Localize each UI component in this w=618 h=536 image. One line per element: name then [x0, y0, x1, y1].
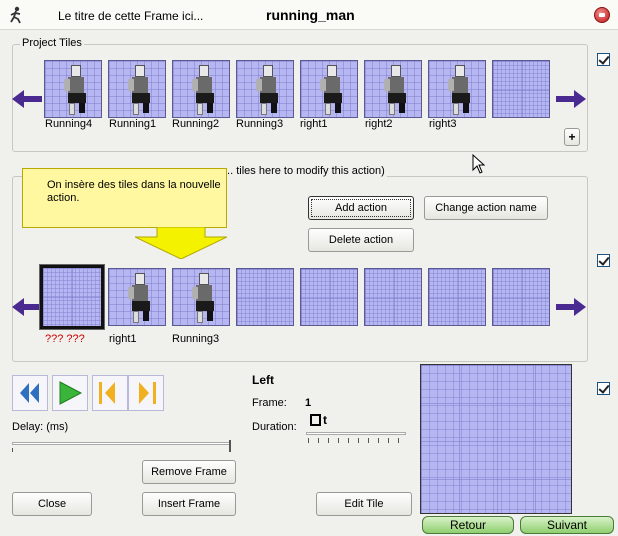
action-frame-selected[interactable] [39, 264, 105, 330]
project-tile-right1[interactable] [300, 60, 358, 118]
duration-label: Duration: [252, 421, 297, 433]
frame-label: Running3 [172, 333, 220, 345]
action-frame-empty[interactable] [236, 268, 294, 326]
frame-label-text: Frame: [252, 397, 287, 409]
tile-label: Running2 [172, 118, 220, 130]
back-button[interactable]: Retour [422, 516, 514, 534]
duration-box[interactable] [310, 414, 321, 426]
window-caption: Le titre de cette Frame ici... [58, 9, 204, 23]
add-action-button[interactable]: Add action [308, 196, 414, 220]
duration-slider[interactable] [306, 432, 406, 435]
first-frame-button[interactable] [92, 375, 128, 411]
running-man-icon [8, 6, 24, 24]
tile-label: right1 [300, 118, 328, 130]
tile-label: Running3 [236, 118, 284, 130]
change-action-name-button[interactable]: Change action name [424, 196, 548, 220]
scroll-right-arrow-icon[interactable] [556, 90, 586, 108]
project-tiles-label: Project Tiles [20, 37, 84, 49]
project-tile-running4[interactable] [44, 60, 102, 118]
tile-label: right2 [365, 118, 393, 130]
remove-frame-button[interactable]: Remove Frame [142, 460, 236, 484]
tile-label: Running4 [45, 118, 93, 130]
delete-action-button[interactable]: Delete action [308, 228, 414, 252]
project-tile-running3[interactable] [236, 60, 294, 118]
project-tile-empty[interactable] [492, 60, 550, 118]
scroll-left-arrow-icon[interactable] [12, 90, 42, 108]
frames-scroll-right-arrow-icon[interactable] [556, 298, 586, 316]
action-frame-empty[interactable] [492, 268, 550, 326]
title-bar: Le titre de cette Frame ici... running_m… [0, 0, 618, 30]
tooltip-bubble: On insère des tiles dans la nouvelle act… [22, 168, 227, 228]
close-window-button[interactable] [594, 7, 610, 23]
action-frame-empty[interactable] [300, 268, 358, 326]
duration-value: t [323, 413, 327, 427]
preview-checkbox[interactable] [597, 382, 610, 395]
insert-frame-button[interactable]: Insert Frame [142, 492, 236, 516]
action-frame-empty[interactable] [364, 268, 422, 326]
frames-scroll-left-arrow-icon[interactable] [12, 298, 42, 316]
action-group-label: ... tiles here to modify this action) [222, 165, 387, 177]
frame-label-unknown: ??? ??? [45, 333, 85, 345]
down-arrow-icon [135, 227, 227, 259]
action-frame-empty[interactable] [428, 268, 486, 326]
delay-slider[interactable] [12, 442, 230, 445]
project-tile-running1[interactable] [108, 60, 166, 118]
window-name: running_man [266, 7, 355, 23]
slider-tick [12, 448, 13, 452]
slider-tick [229, 440, 231, 452]
project-tiles-checkbox[interactable] [597, 53, 610, 66]
rewind-button[interactable] [12, 375, 48, 411]
project-tile-right3[interactable] [428, 60, 486, 118]
action-checkbox[interactable] [597, 254, 610, 267]
frame-label: right1 [109, 333, 137, 345]
close-button[interactable]: Close [12, 492, 92, 516]
last-frame-button[interactable] [128, 375, 164, 411]
direction-label: Left [252, 373, 274, 387]
frame-value: 1 [305, 397, 312, 409]
delay-label: Delay: (ms) [12, 421, 69, 433]
action-frame-running3[interactable] [172, 268, 230, 326]
mouse-cursor-icon [472, 154, 486, 174]
project-tile-right2[interactable] [364, 60, 422, 118]
tile-label: Running1 [109, 118, 157, 130]
action-frame-right1[interactable] [108, 268, 166, 326]
add-tile-button[interactable]: + [564, 128, 580, 146]
next-button[interactable]: Suivant [520, 516, 614, 534]
edit-tile-button[interactable]: Edit Tile [316, 492, 412, 516]
duration-ticks [308, 438, 406, 443]
tile-preview [420, 364, 572, 514]
play-button[interactable] [52, 375, 88, 411]
project-tile-running2[interactable] [172, 60, 230, 118]
tile-label: right3 [429, 118, 457, 130]
